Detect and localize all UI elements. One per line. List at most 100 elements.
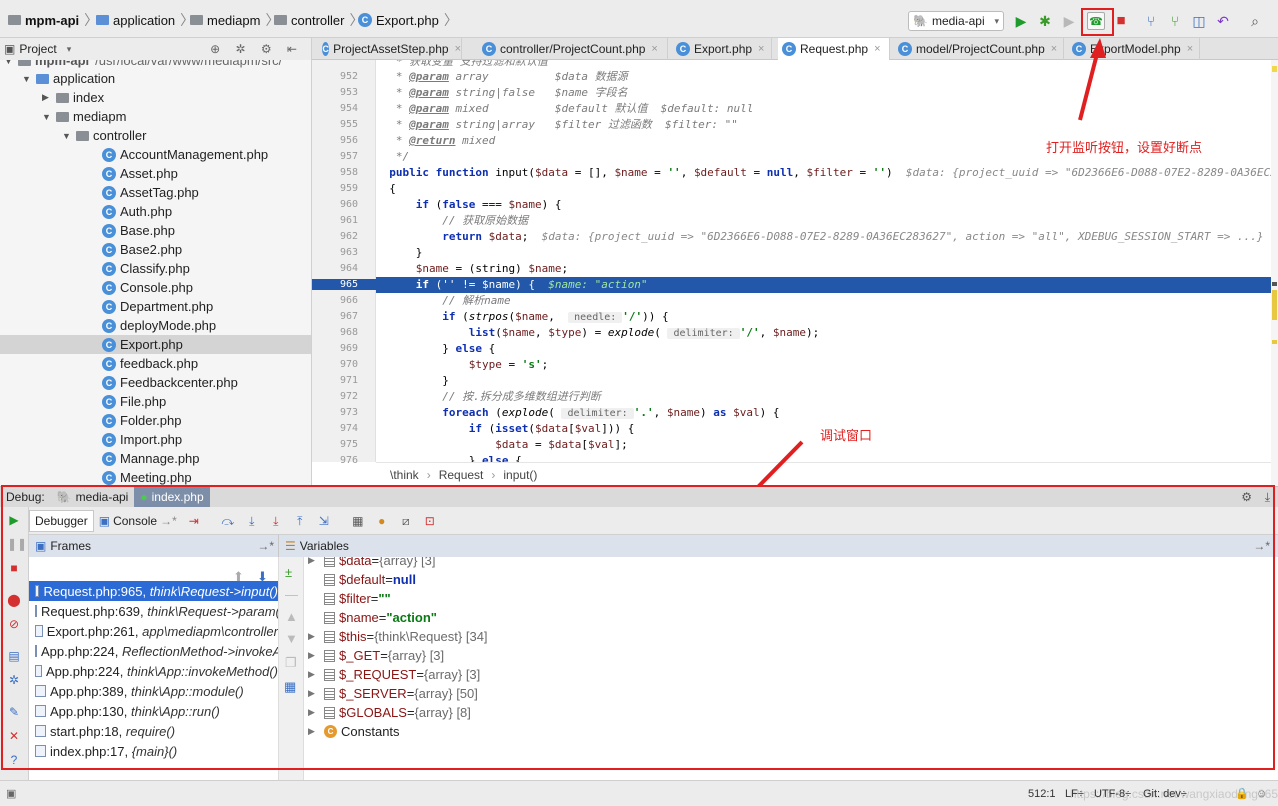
toggle-tool-windows-icon[interactable]: ▣	[6, 787, 16, 800]
chevron-right-icon: ▶	[42, 92, 49, 102]
php-class-icon: C	[102, 299, 116, 314]
line-number: 955	[339, 119, 358, 130]
line-number: 970	[339, 359, 358, 370]
tree-file[interactable]: C Folder.php	[102, 411, 181, 430]
tree-file[interactable]: C Feedbackcenter.php	[102, 373, 238, 392]
tree-file[interactable]: C Import.php	[102, 430, 182, 449]
tree-file-label: Department.php	[120, 299, 214, 314]
tab-request[interactable]: C Request.php ×	[778, 38, 890, 60]
tree-file[interactable]: C Auth.php	[102, 202, 172, 221]
folder-icon	[36, 73, 49, 84]
tree-index[interactable]: ▶ index	[42, 88, 104, 107]
php-class-icon: C	[322, 42, 330, 56]
line-number: 973	[339, 407, 358, 418]
coverage-icon[interactable]: ▶	[1060, 12, 1078, 30]
tree-file-label: Meeting.php	[120, 470, 192, 485]
editor-scrollbar[interactable]	[1271, 60, 1278, 486]
search-icon[interactable]: ⌕	[1246, 12, 1264, 30]
vcs-history-icon[interactable]: ◫	[1190, 12, 1208, 30]
vcs-branch[interactable]: Git: dev÷	[1143, 788, 1187, 800]
php-class-icon: C	[102, 337, 116, 352]
stop-icon[interactable]: ■	[1112, 12, 1130, 30]
close-icon[interactable]: ×	[1051, 43, 1057, 55]
breadcrumb-project[interactable]: mpm-api 〉	[8, 10, 103, 30]
tree-file[interactable]: C Base.php	[102, 221, 175, 240]
tree-file-label: AssetTag.php	[120, 185, 199, 200]
vcs-update-icon[interactable]: ⑂	[1142, 12, 1160, 30]
close-icon[interactable]: ×	[651, 43, 657, 55]
tab-export[interactable]: C Export.php ×	[672, 38, 772, 60]
tree-application[interactable]: ▼ application	[22, 69, 115, 88]
tree-file[interactable]: C Meeting.php	[102, 468, 192, 486]
breadcrumb-mediapm[interactable]: mediapm 〉	[190, 10, 284, 30]
tree-file-label: Classify.php	[120, 261, 190, 276]
tab-project-asset-step[interactable]: C ProjectAssetStep.php ×	[318, 38, 462, 60]
tab-model-project-count[interactable]: Cmodel/ProjectCount.php ×	[894, 38, 1064, 60]
chevron-down-icon[interactable]: ▾	[67, 44, 72, 55]
current-execution-line[interactable]: if ('' != $name) { $name: "action"	[376, 277, 1271, 293]
tab-controller-project-count[interactable]: Ccontroller/ProjectCount.php ×	[478, 38, 668, 60]
tree-file[interactable]: C Console.php	[102, 278, 193, 297]
project-tree: ▼ mpm-api/usr/local/var/www/mediapm/src/ …	[0, 60, 312, 486]
annotation-box-listen	[1081, 8, 1114, 36]
tree-controller[interactable]: ▼ controller	[62, 126, 146, 145]
line-number: 967	[339, 311, 358, 322]
code-breadcrumb[interactable]: \think › Request › input()	[376, 462, 1271, 486]
tree-file[interactable]: C AssetTag.php	[102, 183, 199, 202]
vcs-commit-icon[interactable]: ⑂	[1166, 12, 1184, 30]
php-class-icon: C	[102, 451, 116, 466]
tree-file[interactable]: C Base2.php	[102, 240, 182, 259]
php-class-icon: C	[102, 432, 116, 447]
php-class-icon: C	[102, 147, 116, 162]
panel-options-icon[interactable]: ⊕ ✲ ⚙ ⇤	[210, 42, 303, 56]
lock-icon[interactable]: 🔒	[1235, 787, 1249, 800]
tree-file-label: AccountManagement.php	[120, 147, 269, 162]
tree-file-label: Asset.php	[120, 166, 178, 181]
tree-file-label: feedback.php	[120, 356, 199, 371]
chevron-down-icon: ▾	[994, 15, 999, 26]
line-number: 962	[339, 231, 358, 242]
tree-file-label: Feedbackcenter.php	[120, 375, 238, 390]
php-class-icon: C	[102, 166, 116, 181]
php-class-icon: C	[102, 185, 116, 200]
php-class-icon: C	[102, 413, 116, 428]
tree-file[interactable]: C Classify.php	[102, 259, 190, 278]
php-icon: 🐘	[913, 14, 928, 28]
php-class-icon: C	[102, 356, 116, 371]
line-number: 958	[339, 167, 358, 178]
file-encoding[interactable]: UTF-8÷	[1094, 788, 1131, 800]
run-icon[interactable]: ▶	[1012, 12, 1030, 30]
close-icon[interactable]: ×	[874, 43, 880, 55]
tree-file[interactable]: C Export.php	[0, 335, 311, 354]
run-configuration-select[interactable]: 🐘 media-api ▾	[908, 11, 1004, 31]
tree-file[interactable]: CdeployMode.php	[102, 316, 216, 335]
close-icon[interactable]: ×	[1187, 43, 1193, 55]
php-class-icon: C	[102, 223, 116, 238]
tree-file-label: Base.php	[120, 223, 175, 238]
tree-file[interactable]: Cfeedback.php	[102, 354, 198, 373]
line-separator[interactable]: LF÷	[1065, 788, 1084, 800]
cursor-position[interactable]: 512:1	[1028, 788, 1056, 800]
breadcrumb-controller[interactable]: controller 〉	[274, 10, 368, 30]
tree-file[interactable]: C File.php	[102, 392, 166, 411]
php-class-icon: C	[898, 42, 912, 56]
breadcrumb-file[interactable]: C Export.php 〉	[358, 10, 463, 30]
tree-file[interactable]: C Asset.php	[102, 164, 178, 183]
code-editor[interactable]: * 获取变量 支持过滤和默认值 * @param array $data 数据源…	[376, 60, 1271, 462]
line-number-gutter[interactable]: 952 953 954 955 956 957 958 959 960 961 962 963 964 9…	[312, 60, 376, 466]
close-icon[interactable]: ×	[455, 43, 461, 55]
revert-icon[interactable]: ↶	[1214, 12, 1232, 30]
line-number: 953	[339, 87, 358, 98]
php-class-icon: C	[102, 470, 116, 485]
close-icon[interactable]: ×	[758, 43, 764, 55]
line-number: 976	[339, 455, 358, 466]
breadcrumb-application[interactable]: application 〉	[96, 10, 199, 30]
inspector-icon[interactable]: ☺	[1256, 788, 1267, 800]
tree-file[interactable]: C Department.php	[102, 297, 213, 316]
debug-bug-icon[interactable]: ✱	[1036, 12, 1054, 30]
folder-icon	[56, 111, 69, 122]
tree-mediapm[interactable]: ▼ mediapm	[42, 107, 126, 126]
tree-file[interactable]: C AccountManagement.php	[102, 145, 268, 164]
tree-file[interactable]: C Mannage.php	[102, 449, 200, 468]
project-panel-header: ▣ Project ▾ ⊕ ✲ ⚙ ⇤	[0, 38, 312, 60]
